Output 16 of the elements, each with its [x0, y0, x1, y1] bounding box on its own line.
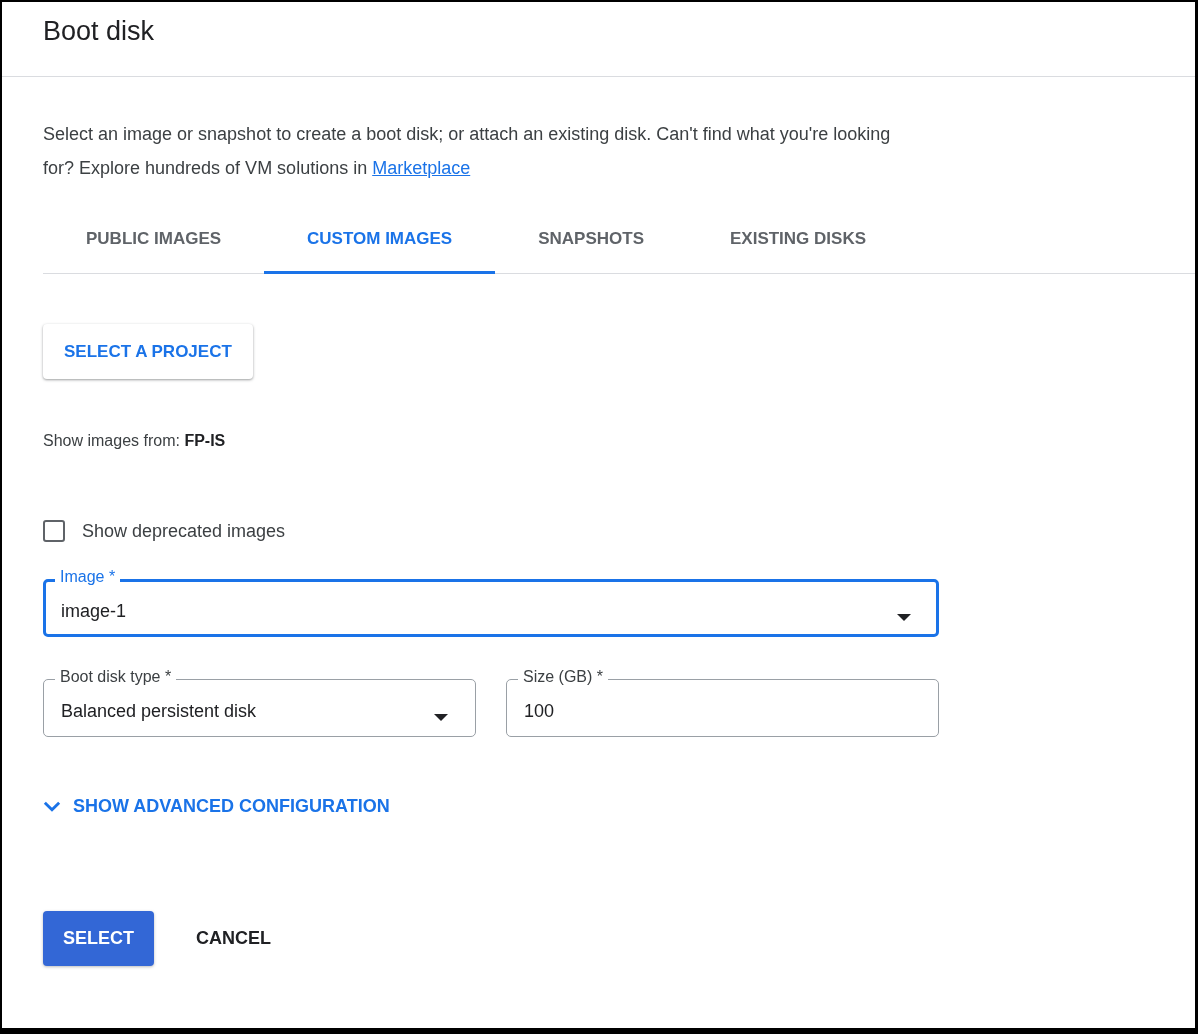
dialog-title: Boot disk: [43, 16, 156, 47]
chevron-down-icon: [43, 801, 61, 812]
caret-icon: [434, 714, 448, 722]
select-button[interactable]: SELECT: [43, 911, 154, 966]
marketplace-link[interactable]: Marketplace: [372, 158, 471, 178]
tab[interactable]: EXISTING DISKS: [687, 205, 910, 274]
description-text: Select an image or snapshot to create a boot disk; or attach an existing disk. Can't find what you're looking for? Explore hundreds of VM solutions in Marketplace: [43, 123, 892, 180]
checkbox-label: Show deprecated images: [82, 520, 286, 542]
tab[interactable]: CUSTOM IMAGES: [264, 205, 496, 274]
show-images-from-text: Show images from: FP-IS: [43, 432, 227, 450]
tab[interactable]: SNAPSHOTS: [495, 205, 687, 274]
select-project-button[interactable]: SELECT A PROJECT: [43, 324, 253, 379]
show-advanced-configuration-button[interactable]: SHOW ADVANCED CONFIGURATION: [41, 792, 392, 821]
caret-icon: [897, 614, 911, 622]
tab[interactable]: PUBLIC IMAGES: [43, 205, 265, 274]
checkbox[interactable]: [43, 520, 65, 542]
